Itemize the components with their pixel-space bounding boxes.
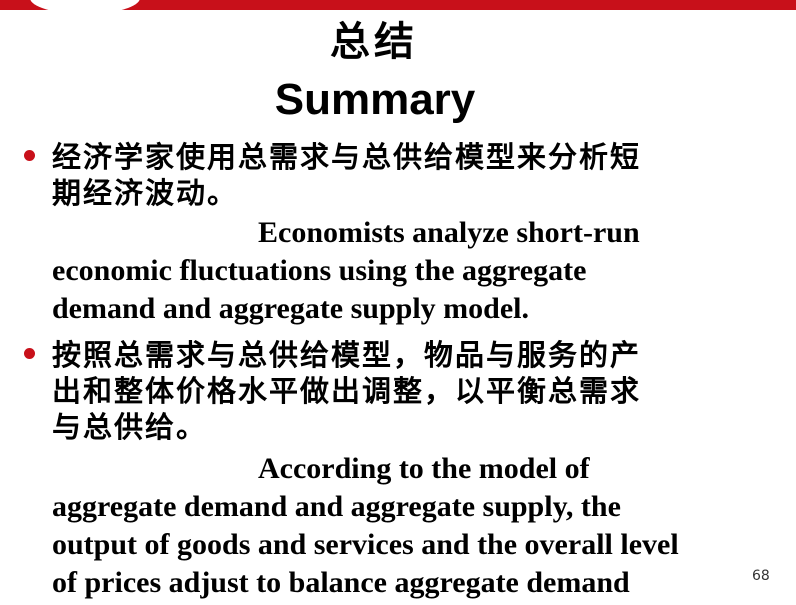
banner-arc-decoration xyxy=(30,0,140,14)
page-number: 68 xyxy=(752,568,770,584)
slide-title-chinese: 总结 xyxy=(330,19,418,65)
bullet-1-english-first-line: Economists analyze short-run xyxy=(258,216,640,249)
bullet-2-english-text: aggregate demand and aggregate supply, t… xyxy=(52,490,679,599)
bullet-dot-icon xyxy=(24,348,35,359)
bullet-dot-icon xyxy=(24,150,35,161)
bullet-2-chinese-text: 按照总需求与总供给模型，物品与服务的产 出和整体价格水平做出调整，以平衡总需求 … xyxy=(52,338,642,444)
bullet-2-english-first-line: According to the model of xyxy=(258,452,590,485)
bullet-1-chinese-text: 经济学家使用总需求与总供给模型来分析短 期经济波动。 xyxy=(52,140,642,210)
bullet-1-english-text: economic fluctuations using the aggregat… xyxy=(52,254,587,325)
slide-title-english: Summary xyxy=(274,75,476,124)
